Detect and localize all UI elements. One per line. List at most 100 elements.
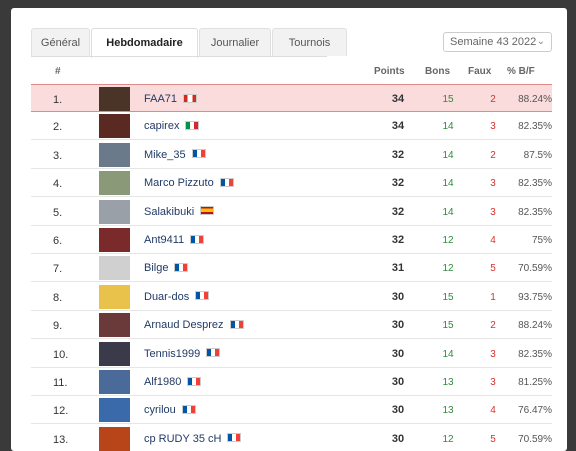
bons: 12 [442,263,454,275]
player-name-label: Salakibuki [144,205,195,218]
flag-icon [219,177,234,187]
player-name[interactable]: Alf1980 [144,376,202,388]
pct: 81.25% [518,377,552,388]
player-name-label: Ant9411 [144,234,185,246]
player-name[interactable]: Mike_35 [144,149,206,161]
rank: 12. [53,405,69,418]
week-select-value: Semaine 43 2022 [450,36,537,48]
table-row: 4. Marco Pizzuto 32 14 3 82.35% [31,169,552,198]
rank: 9. [53,320,63,333]
pct: 88.24% [518,320,552,332]
tab-hebdomadaire[interactable]: Hebdomadaire [91,28,198,58]
points: 32 [391,177,405,190]
avatar[interactable] [99,398,130,423]
table-row: 8. Duar-dos 30 15 1 93.75% [31,283,552,311]
player-name[interactable]: Tennis1999 [144,348,221,360]
tabs-divider [31,56,327,57]
col-rank: # [55,66,61,77]
col-points: Points [374,66,405,77]
pct: 82.35% [518,348,552,360]
pct: 82.35% [518,206,552,218]
faux: 5 [490,263,496,275]
points: 30 [391,432,405,445]
player-name[interactable]: Salakibuki [144,205,215,218]
avatar[interactable] [99,341,130,366]
pct: 88.24% [518,94,552,105]
flag-icon [195,291,210,301]
player-name[interactable]: Bilge [144,262,189,274]
rank: 2. [53,121,63,134]
pct: 70.59% [518,263,552,275]
faux: 2 [490,94,496,105]
flag-icon [181,404,196,414]
table-row: 2. capirex 34 14 3 82.35% [31,112,552,141]
table-row: 10. Tennis1999 30 14 3 82.35% [31,340,552,368]
avatar[interactable] [99,256,130,281]
points: 31 [391,262,405,275]
tab-general[interactable]: Général [31,28,90,56]
faux: 3 [490,178,496,190]
faux: 3 [490,348,496,360]
avatar[interactable] [99,284,130,309]
player-name[interactable]: cp RUDY 35 cH [144,433,242,445]
avatar[interactable] [99,426,130,451]
tab-tournois[interactable]: Tournois [272,28,347,56]
player-name[interactable]: capirex [144,120,200,132]
faux: 2 [490,149,496,161]
points: 30 [391,376,405,388]
avatar[interactable] [99,114,130,139]
bons: 15 [442,94,454,105]
tab-journalier[interactable]: Journalier [199,28,271,56]
player-name[interactable]: Marco Pizzuto [144,177,234,189]
pct: 75% [531,235,552,246]
points: 32 [391,234,405,246]
flag-icon [174,262,189,272]
rank: 13. [53,433,69,446]
flag-icon [191,149,206,159]
points: 30 [391,404,405,417]
avatar[interactable] [99,370,130,394]
table-row: 1. FAA71 34 15 2 88.24% [31,84,552,112]
rank: 4. [53,178,63,191]
bons: 15 [442,320,454,332]
points: 30 [391,290,405,303]
avatar[interactable] [99,199,130,224]
faux: 4 [490,405,496,417]
avatar[interactable] [99,171,130,196]
bons: 14 [442,178,454,190]
player-name-label: Arnaud Desprez [144,319,224,332]
chevron-down-icon: ⌄ [536,36,545,47]
flag-icon [185,120,200,130]
rank: 11. [53,377,68,389]
flag-icon [190,234,205,244]
points: 34 [391,120,405,133]
avatar[interactable] [99,313,130,338]
week-select[interactable]: Semaine 43 2022 ⌄ [443,32,552,52]
table-row: 3. Mike_35 32 14 2 87.5% [31,141,552,169]
bons: 14 [442,121,454,133]
table-row: 12. cyrilou 30 13 4 76.47% [31,396,552,425]
leaderboard-panel: Général Hebdomadaire Journalier Tournois… [11,8,567,451]
flag-icon [227,433,242,443]
player-name[interactable]: Ant9411 [144,234,205,246]
table-row: 11. Alf1980 30 13 3 81.25% [31,368,552,396]
player-name[interactable]: FAA71 [144,93,198,105]
player-name-label: Marco Pizzuto [144,177,214,190]
avatar[interactable] [99,87,130,111]
player-name[interactable]: Arnaud Desprez [144,319,244,331]
flag-icon [187,376,202,386]
bons: 14 [442,206,454,218]
player-name[interactable]: Duar-dos [144,290,210,303]
flag-icon [206,348,221,358]
points: 30 [391,347,405,360]
bons: 12 [442,433,454,445]
rank: 3. [53,149,63,162]
bons: 13 [442,377,454,388]
avatar[interactable] [99,142,130,167]
faux: 3 [490,377,496,388]
rank: 6. [53,235,63,247]
player-name[interactable]: cyrilou [144,404,196,416]
player-name-label: Duar-dos [144,290,190,303]
player-name-label: FAA71 [144,93,178,105]
avatar[interactable] [99,228,130,252]
